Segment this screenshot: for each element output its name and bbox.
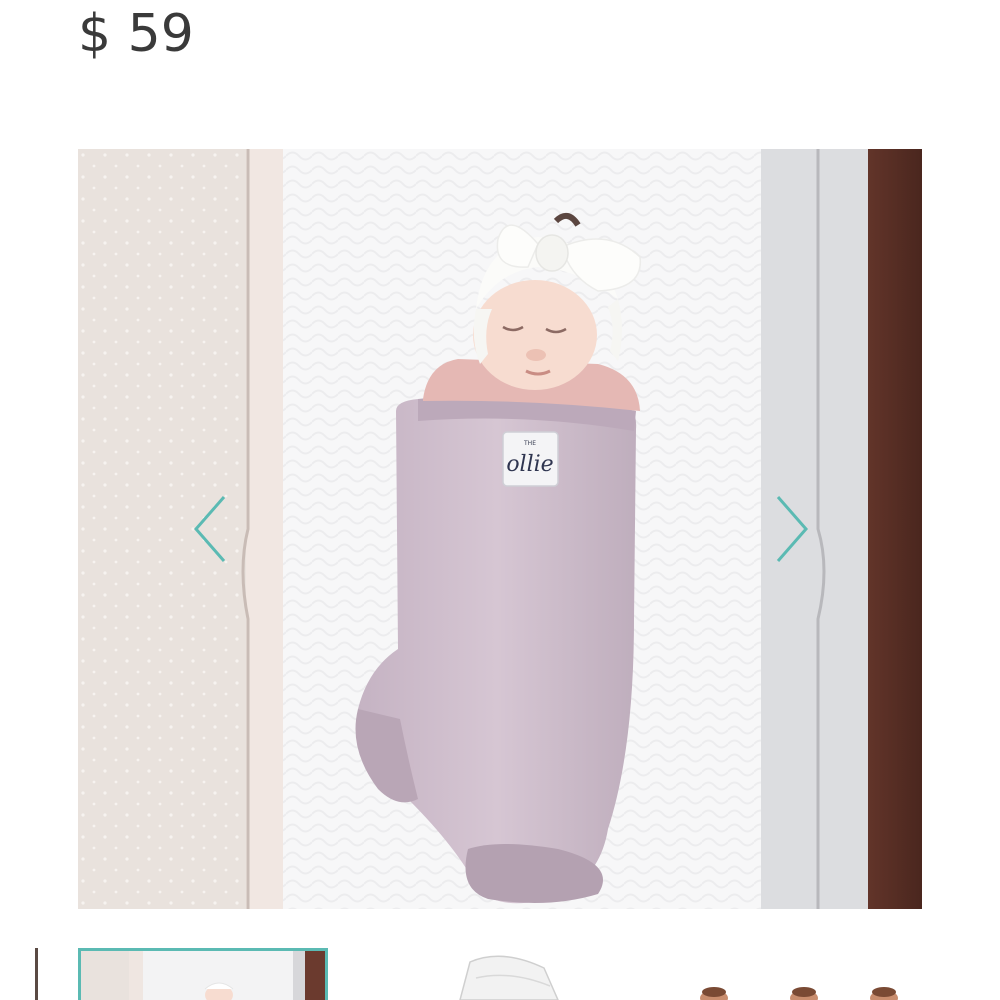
thumbnail-2-image [440, 948, 570, 1000]
thumbnail-2[interactable] [440, 948, 570, 1000]
product-page: $ 59 THE ollie [0, 0, 1000, 1000]
next-image-button[interactable] [768, 489, 812, 569]
thumbnail-strip [0, 948, 1000, 1000]
thumbnail-1[interactable] [78, 948, 328, 1000]
thumbnail-1-image [81, 951, 325, 1000]
product-image-gallery[interactable]: THE ollie [78, 149, 922, 909]
thumbnail-strip-edge [35, 948, 38, 1000]
chevron-left-icon [194, 496, 226, 562]
thumbnail-3-image [680, 948, 920, 1000]
product-price: $ 59 [78, 4, 194, 64]
thumbnail-3[interactable] [680, 948, 920, 1000]
previous-image-button[interactable] [190, 489, 234, 569]
chevron-right-icon [776, 496, 808, 562]
brand-label-small: THE [523, 440, 536, 447]
brand-label: ollie [506, 452, 553, 477]
